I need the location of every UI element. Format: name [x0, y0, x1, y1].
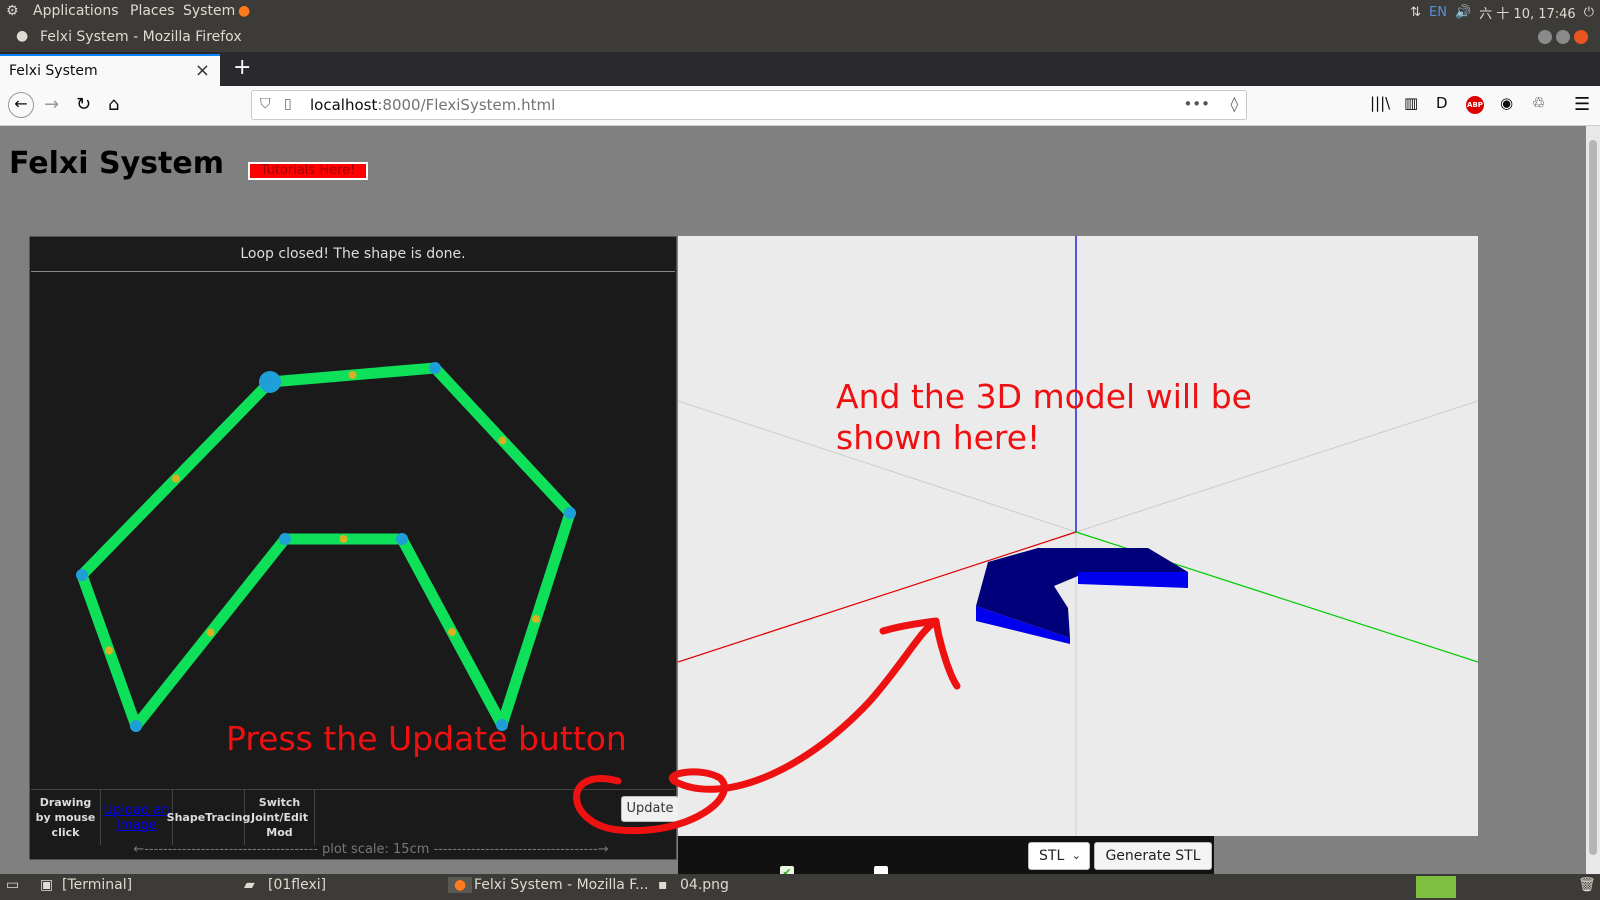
update-button[interactable]: Update [621, 796, 679, 822]
nav-toolbar: ← → ↻ ⌂ ⛉ ▯ localhost:8000/FlexiSystem.h… [0, 86, 1600, 126]
account-icon[interactable]: ◉ [1500, 94, 1513, 112]
checkbox-checked[interactable]: ✔ [780, 866, 794, 874]
3d-viewport[interactable] [678, 236, 1478, 836]
extension-icon[interactable]: ♲ [1532, 94, 1545, 112]
upload-image-link[interactable]: Upload an image [101, 790, 173, 845]
window-menu-icon[interactable]: ● [16, 28, 28, 44]
show-desktop-icon[interactable]: ▭ [6, 877, 19, 893]
3d-model [976, 548, 1188, 644]
minimize-icon[interactable] [1538, 30, 1552, 44]
home-icon[interactable]: ⌂ [108, 94, 119, 115]
tab-label: Felxi System [9, 63, 98, 79]
firefox-launcher-icon[interactable]: ● [238, 3, 250, 19]
new-tab-icon[interactable]: + [233, 55, 251, 80]
workspace-switcher-icon[interactable] [1416, 876, 1456, 898]
url-host: localhost [310, 96, 378, 114]
tab-felxi-system[interactable]: Felxi System × [0, 54, 220, 86]
terminal-icon: ▣ [40, 877, 54, 893]
sidebar-icon[interactable]: ▥ [1404, 94, 1418, 112]
edge-midpoint[interactable] [172, 474, 180, 483]
taskbar-terminal[interactable]: [Terminal] [62, 877, 132, 893]
folder-icon: ▰ [244, 877, 255, 893]
url-path: :8000/FlexiSystem.html [377, 96, 556, 114]
checkbox-unchecked[interactable] [874, 866, 888, 874]
network-icon[interactable]: ⇅ [1410, 5, 1421, 20]
taskbar-image[interactable]: 04.png [680, 877, 729, 893]
power-icon[interactable]: ⏻ [1584, 5, 1594, 20]
edge-midpoint[interactable] [339, 535, 348, 543]
tab-strip: Felxi System × + [0, 52, 1600, 86]
adblock-icon[interactable]: ABP [1466, 96, 1484, 114]
update-hint-text: Press the Update button [226, 719, 627, 758]
page-info-icon[interactable]: ▯ [284, 96, 292, 112]
model-hint-text: And the 3D model will be shown here! [836, 377, 1252, 457]
close-window-icon[interactable] [1574, 30, 1588, 44]
control-bar: Drawing by mouse click Upload an image S… [31, 789, 679, 859]
forward-icon[interactable]: → [44, 94, 59, 115]
export-format-select[interactable]: STL ⌄ [1028, 842, 1090, 870]
system-menu[interactable]: System [183, 3, 235, 19]
applications-menu[interactable]: Applications [33, 3, 119, 19]
places-menu[interactable]: Places [130, 3, 175, 19]
window-title: Felxi System - Mozilla Firefox [40, 29, 242, 45]
drawing-canvas[interactable] [30, 273, 676, 788]
clock[interactable]: 六 十 10, 17:46 [1479, 3, 1576, 22]
taskbar-folder[interactable]: [01flexi] [268, 877, 326, 893]
edge-midpoint[interactable] [206, 628, 215, 637]
page-content: Felxi System Tutorials Here! Loop closed… [0, 126, 1586, 874]
menu-icon[interactable]: ☰ [1574, 94, 1590, 115]
switch-mode-button[interactable]: Switch Joint/Edit Mod [245, 790, 315, 845]
back-icon[interactable]: ← [8, 92, 34, 118]
url-bar[interactable]: ⛉ ▯ localhost:8000/FlexiSystem.html ••• … [251, 90, 1247, 120]
shape-joint[interactable] [429, 362, 441, 374]
top-panel: ⚙ Applications Places System ● ⇅ EN 🔊 六 … [0, 0, 1600, 24]
keyboard-lang[interactable]: EN [1429, 5, 1447, 20]
shape-joint[interactable] [130, 720, 142, 732]
tracking-shield-icon[interactable]: ⛉ [260, 96, 271, 112]
firefox-task-icon: ● [448, 877, 473, 893]
edge-midpoint[interactable] [105, 646, 113, 655]
chevron-down-icon: ⌄ [1071, 849, 1081, 862]
tutorials-button[interactable]: Tutorials Here! [248, 162, 368, 180]
shape-joint[interactable] [279, 533, 291, 545]
tab-close-icon[interactable]: × [195, 60, 210, 81]
generate-stl-button[interactable]: Generate STL [1094, 842, 1212, 870]
drawing-mode-button[interactable]: Drawing by mouse click [31, 790, 101, 845]
shape-joint[interactable] [76, 569, 88, 581]
pocket-icon[interactable]: ◊ [1231, 95, 1238, 113]
drawing-panel[interactable]: Loop closed! The shape is done. Drawing … [29, 236, 679, 860]
edge-midpoint[interactable] [498, 436, 507, 445]
edge-midpoint[interactable] [348, 371, 357, 379]
page-actions-icon[interactable]: ••• [1183, 95, 1210, 113]
image-icon: ▪ [658, 877, 668, 893]
plot-scale-label: ←------------------------------------- p… [133, 842, 609, 857]
edge-midpoint[interactable] [532, 615, 540, 623]
shape-tracing-button[interactable]: ShapeTracing [167, 790, 250, 845]
library-icon[interactable]: |||\ [1370, 94, 1390, 112]
page-scrollbar[interactable] [1586, 126, 1600, 874]
shape-joint[interactable] [396, 533, 408, 545]
scrollbar-thumb[interactable] [1589, 140, 1597, 855]
shape-joint[interactable] [259, 371, 281, 393]
export-format-value: STL [1039, 848, 1065, 864]
edge-midpoint[interactable] [448, 628, 456, 636]
page-title: Felxi System [9, 146, 224, 181]
window-titlebar[interactable]: ● Felxi System - Mozilla Firefox [0, 24, 1600, 52]
shape-joint[interactable] [564, 507, 576, 519]
draw-status: Loop closed! The shape is done. [31, 238, 675, 272]
ubuntu-logo-icon[interactable]: ⚙ [6, 3, 19, 19]
reload-icon[interactable]: ↻ [76, 94, 91, 115]
volume-icon[interactable]: 🔊 [1455, 5, 1471, 20]
taskbar: ▭ ▣ [Terminal] ▰ [01flexi] ● Felxi Syste… [0, 874, 1600, 900]
trash-icon[interactable]: 🗑 [1578, 877, 1596, 893]
download-extension-icon[interactable]: D [1436, 94, 1448, 112]
taskbar-firefox[interactable]: Felxi System - Mozilla F... [474, 877, 648, 893]
maximize-icon[interactable] [1556, 30, 1570, 44]
shape-outline[interactable] [76, 362, 576, 732]
